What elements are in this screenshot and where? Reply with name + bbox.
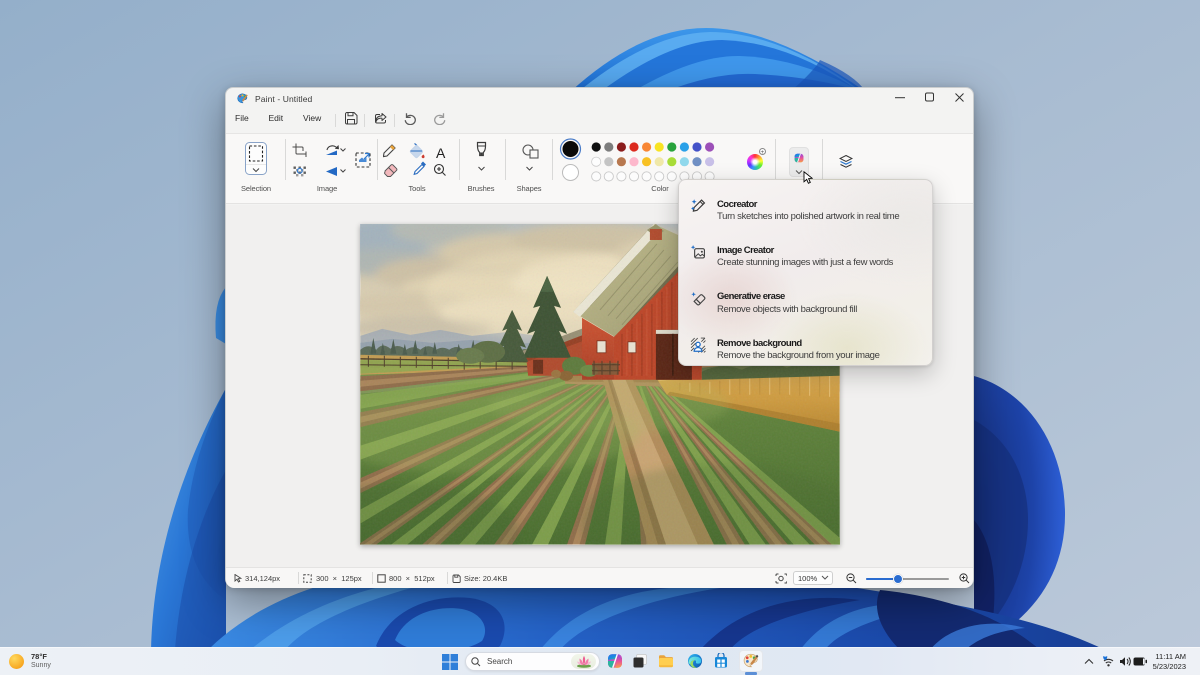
svg-text:A: A xyxy=(436,145,446,161)
